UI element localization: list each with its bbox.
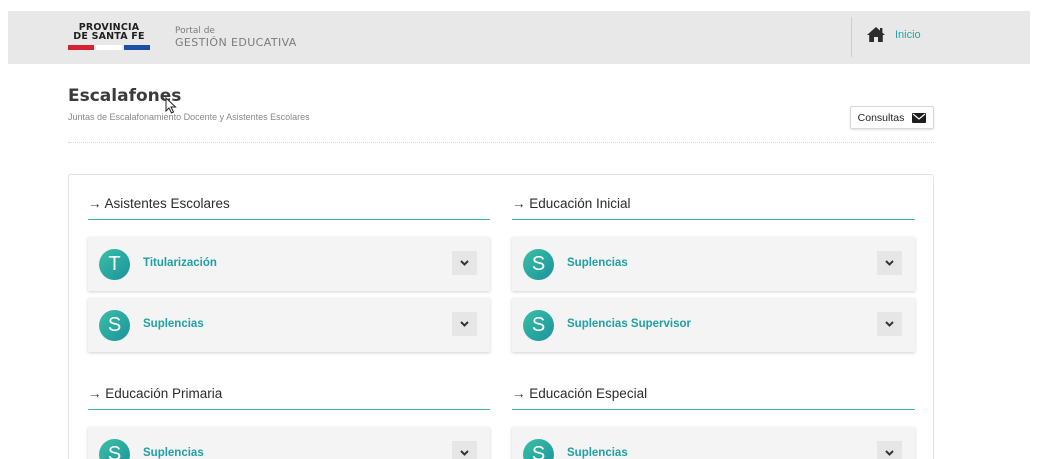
item-titularizacion[interactable]: T Titularización [88,237,490,291]
expand-button[interactable] [452,441,477,459]
section-heading-inicial: → Educación Inicial [512,196,915,220]
chevron-down-icon [460,260,469,266]
expand-button[interactable] [877,441,902,459]
item-suplencias-inicial[interactable]: S Suplencias [512,237,915,291]
portal-title: Portal de GESTIÓN EDUCATIVA [175,26,297,49]
page-subtitle: Juntas de Escalafonamiento Docente y Asi… [68,112,310,122]
item-label: Titularización [143,257,217,269]
home-label: Inicio [895,28,921,41]
portal-line-2: GESTIÓN EDUCATIVA [175,36,297,49]
chevron-down-icon [885,450,894,456]
chevron-down-icon [885,321,894,327]
item-suplencias-supervisor[interactable]: S Suplencias Supervisor [512,298,915,352]
home-icon [867,27,885,42]
header-bar: PROVINCIA DE SANTA FE Portal de GESTIÓN … [8,11,1030,64]
chevron-down-icon [460,321,469,327]
header-divider [851,17,852,57]
item-suplencias-asistentes[interactable]: S Suplencias [88,298,490,352]
section-heading-especial: → Educación Especial [512,386,915,410]
envelope-icon [912,112,927,123]
home-link[interactable]: Inicio [866,26,921,43]
title-separator [68,142,934,143]
chevron-down-icon [885,260,894,266]
item-avatar: S [523,439,554,459]
province-logo[interactable]: PROVINCIA DE SANTA FE [68,23,150,53]
expand-button[interactable] [877,251,902,275]
expand-button[interactable] [452,251,477,275]
chevron-down-icon [460,450,469,456]
item-avatar: S [523,310,554,341]
item-label: Suplencias [143,318,204,330]
item-avatar: S [99,310,130,341]
logo-line-2: DE SANTA FE [73,31,145,42]
item-suplencias-primaria[interactable]: S Suplencias [88,427,490,459]
item-suplencias-especial[interactable]: S Suplencias [512,427,915,459]
section-heading-asistentes: → Asistentes Escolares [88,196,490,220]
flag-stripes [68,45,150,50]
item-label: Suplencias [567,257,628,269]
item-avatar: S [523,249,554,280]
expand-button[interactable] [452,312,477,336]
consultas-button[interactable]: Consultas [850,106,934,129]
escalafones-panel: → Asistentes Escolares T Titularización … [68,174,934,459]
item-avatar: S [99,439,130,459]
item-label: Suplencias [143,447,204,459]
item-label: Suplencias Supervisor [567,318,691,330]
section-heading-primaria: → Educación Primaria [88,386,490,410]
item-avatar: T [99,249,130,280]
item-label: Suplencias [567,447,628,459]
portal-line-1: Portal de [175,26,215,36]
consultas-label: Consultas [857,111,905,124]
expand-button[interactable] [877,312,902,336]
